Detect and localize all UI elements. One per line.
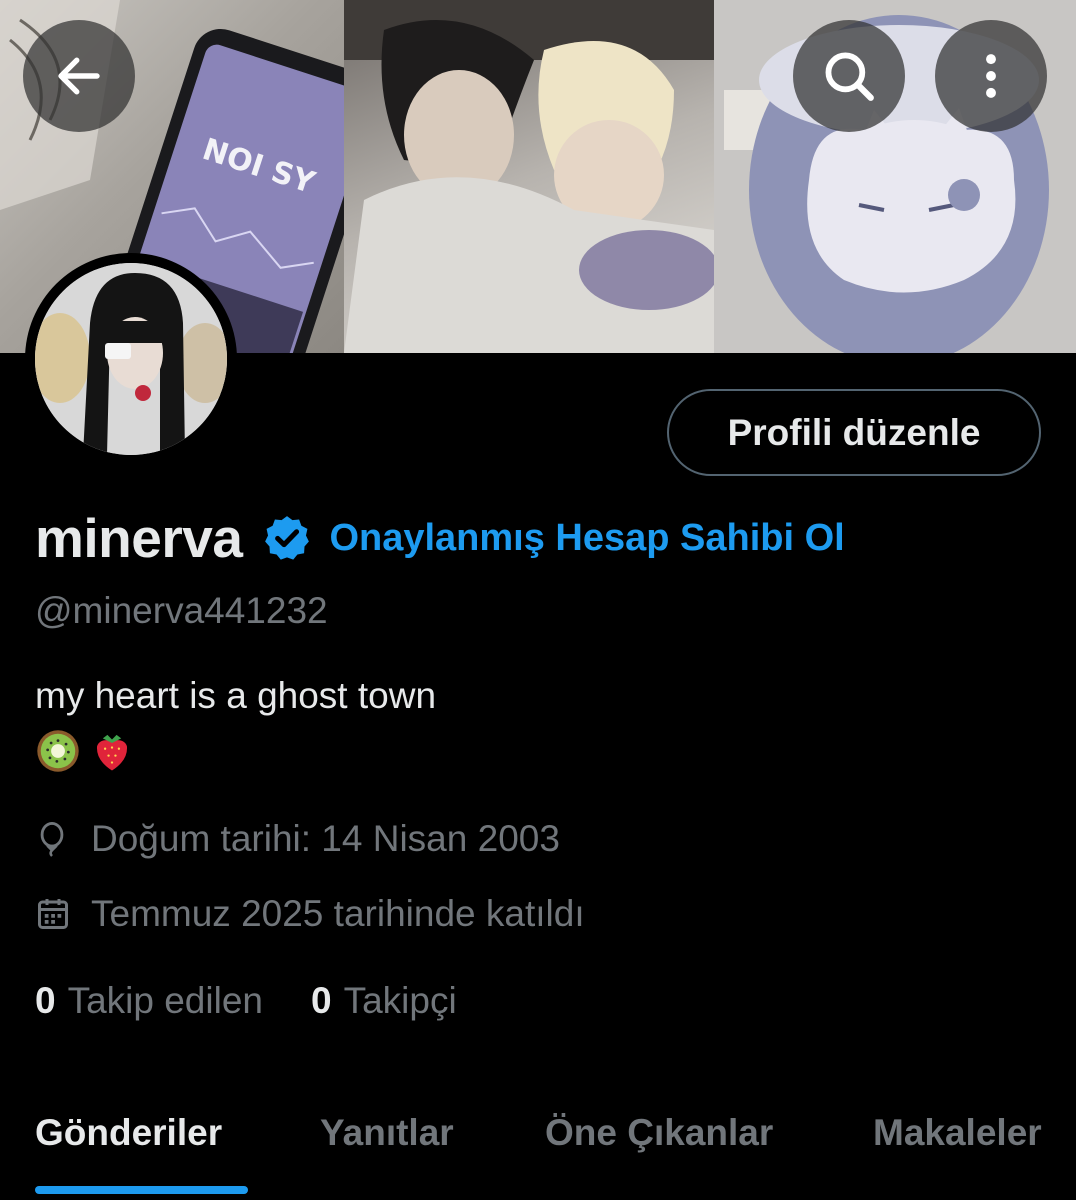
calendar-icon-shape	[38, 899, 68, 929]
tab-highlights[interactable]: Öne Çıkanlar	[545, 1112, 773, 1154]
avatar-illustration	[35, 263, 227, 455]
following-count: 0	[35, 980, 56, 1021]
search-icon	[825, 52, 874, 101]
more-button[interactable]	[935, 20, 1047, 132]
more-vertical-icon	[986, 54, 996, 98]
balloon-icon-shape	[40, 822, 64, 857]
banner-photo-people	[344, 0, 714, 353]
balloon-icon	[35, 820, 73, 858]
profile-tabs: Gönderiler Yanıtlar Öne Çıkanlar Makalel…	[0, 1100, 1076, 1200]
follow-stats: 0 Takip edilen 0 Takipçi	[35, 980, 457, 1022]
search-button[interactable]	[793, 20, 905, 132]
following-link[interactable]: 0 Takip edilen	[35, 980, 263, 1022]
followers-count: 0	[310, 980, 332, 1021]
joined-row: Temmuz 2025 tarihinde katıldı	[35, 893, 585, 935]
edit-profile-button[interactable]: Profili düzenle	[667, 389, 1041, 476]
tab-posts[interactable]: Gönderiler	[35, 1112, 222, 1154]
followers-link[interactable]: 0 Takipçi	[311, 980, 457, 1022]
username-handle: @minerva441232	[35, 590, 328, 631]
verified-badge-shape	[265, 516, 310, 560]
strawberry-icon	[96, 734, 128, 771]
arrow-left-icon	[58, 57, 100, 95]
calendar-icon	[35, 895, 73, 933]
joined-text: Temmuz 2025 tarihinde katıldı	[91, 893, 585, 934]
back-button[interactable]	[23, 20, 135, 132]
followers-label: Takipçi	[343, 980, 457, 1021]
get-verified-link[interactable]: Onaylanmış Hesap Sahibi Ol	[329, 517, 844, 560]
birthday-row: Doğum tarihi: 14 Nisan 2003	[35, 818, 560, 860]
kiwi-icon	[37, 730, 79, 772]
tab-articles[interactable]: Makaleler	[873, 1112, 1042, 1154]
avatar-photo	[35, 263, 227, 455]
avatar[interactable]	[25, 253, 237, 465]
banner-people-illustration	[344, 0, 714, 353]
verified-badge-icon[interactable]	[262, 513, 312, 563]
birthday-text: Doğum tarihi: 14 Nisan 2003	[91, 818, 560, 859]
following-label: Takip edilen	[67, 980, 263, 1021]
bio-text: my heart is a ghost town	[35, 675, 437, 716]
active-tab-indicator	[35, 1186, 248, 1194]
name-row: minerva Onaylanmış Hesap Sahibi Ol	[35, 505, 845, 571]
tab-replies[interactable]: Yanıtlar	[320, 1112, 454, 1154]
display-name: minerva	[35, 507, 243, 569]
bio-emojis	[35, 728, 135, 774]
